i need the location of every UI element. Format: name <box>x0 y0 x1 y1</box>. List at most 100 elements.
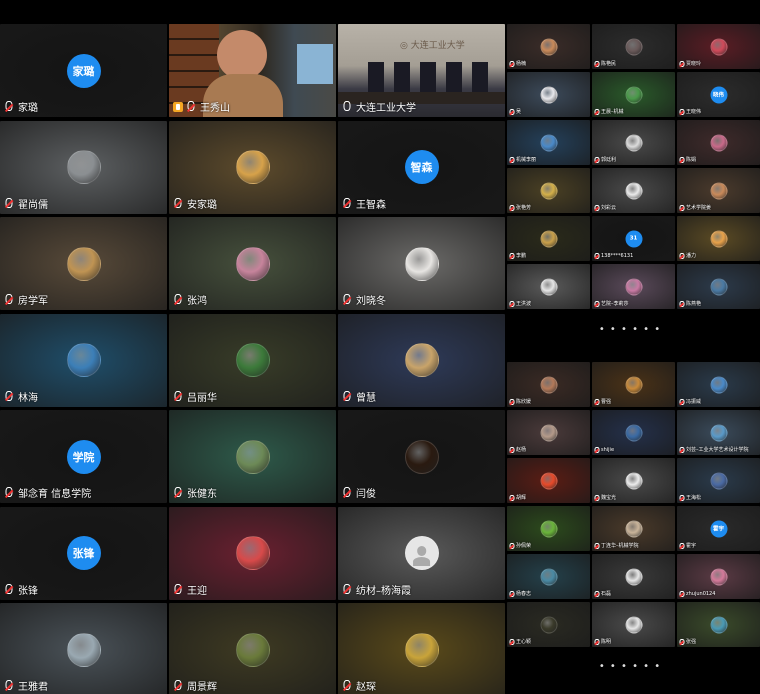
participant-tile[interactable]: 刘芸–工业大学艺术设计学院 <box>677 410 760 455</box>
participant-tile[interactable]: 王洪波 <box>507 264 590 309</box>
microphone-muted-icon <box>509 157 514 163</box>
participant-name-label: 陈明 <box>594 638 611 645</box>
participant-tile[interactable]: 陈娟 <box>677 120 760 165</box>
participant-tile[interactable]: 吴 <box>507 72 590 117</box>
participant-tile[interactable]: 赵杨 <box>507 410 590 455</box>
participant-name-label: 冯振威 <box>679 398 701 405</box>
microphone-muted-icon <box>173 198 183 209</box>
page-indicator-dots-bottom[interactable]: • • • • • • <box>590 661 670 672</box>
microphone-muted-icon <box>173 294 183 305</box>
microphone-muted-icon <box>679 205 684 211</box>
participant-tile[interactable]: 陈艳民 <box>592 24 675 69</box>
participant-tile[interactable]: 冯振威 <box>677 362 760 407</box>
avatar-photo <box>540 568 557 585</box>
microphone-muted-icon <box>173 487 183 498</box>
participant-tile[interactable]: 曹强 <box>592 362 675 407</box>
participant-name-label: 王海松 <box>679 494 701 501</box>
participant-tile[interactable]: 陈燕艳 <box>677 264 760 309</box>
microphone-muted-icon <box>186 101 196 112</box>
participant-tile[interactable]: 吕丽华 <box>169 313 336 407</box>
participant-tile[interactable]: 张鸿 <box>169 217 336 310</box>
participant-tile[interactable]: 闫俊 <box>338 410 505 503</box>
participant-name: shijie <box>601 447 615 453</box>
participant-tile[interactable]: 纺材–杨海霞 <box>338 506 505 600</box>
participant-tile[interactable]: 张强 <box>677 602 760 647</box>
participant-name-label: 家璐 <box>4 99 38 114</box>
participant-tile[interactable]: 翟尚儒 <box>0 120 167 214</box>
participant-tile[interactable]: 杨楠 <box>507 24 590 69</box>
participant-tile[interactable]: 周景辉 <box>169 603 336 694</box>
participant-tile[interactable]: 林海 <box>0 313 167 407</box>
participant-name: 王晨–机械 <box>601 109 624 115</box>
participant-tile[interactable]: 张锋 张锋 <box>0 506 167 600</box>
avatar-photo <box>404 632 439 667</box>
participant-tile[interactable]: 家璐 家璐 <box>0 24 167 117</box>
participant-tile[interactable]: 房学军 <box>0 217 167 310</box>
microphone-muted-icon <box>509 447 514 453</box>
microphone-muted-icon <box>509 591 514 597</box>
participant-tile[interactable]: 李鹏 <box>507 216 590 261</box>
participant-tile[interactable]: zhujun0124 <box>677 554 760 599</box>
participant-tile[interactable]: 王晨–机械 <box>592 72 675 117</box>
participant-name-label: 张健东 <box>173 485 217 500</box>
participant-name-label: 张鸿 <box>173 292 207 307</box>
participant-name-label: 胡辉 <box>509 494 526 501</box>
microphone-muted-icon <box>4 198 14 209</box>
avatar-photo <box>540 182 557 199</box>
avatar-initials: 霍宇 <box>710 520 727 537</box>
participant-tile[interactable]: 艺术学院姜 <box>677 168 760 213</box>
microphone-muted-icon <box>173 584 183 595</box>
participant-tile[interactable]: shijie <box>592 410 675 455</box>
avatar-photo <box>404 439 439 474</box>
participant-tile[interactable]: 王迎 <box>169 506 336 600</box>
participant-name: 潘力 <box>686 253 697 259</box>
avatar-photo <box>710 230 727 247</box>
participant-tile[interactable]: 贾晓玲 <box>677 24 760 69</box>
participant-tile[interactable]: 王心颖 <box>507 602 590 647</box>
avatar-photo <box>404 343 439 377</box>
participant-name-label: 刘晓冬 <box>342 292 386 307</box>
participant-tile[interactable]: 郭廷利 <box>592 120 675 165</box>
participant-tile[interactable]: 陈明 <box>592 602 675 647</box>
participant-name: 曾慧 <box>356 392 376 404</box>
participant-tile[interactable]: 张健东 <box>169 410 336 503</box>
participant-tile[interactable]: 霍宇 霍宇 <box>677 506 760 551</box>
participant-tile[interactable]: 石磊 <box>592 554 675 599</box>
participant-tile[interactable]: 刘彩云 <box>592 168 675 213</box>
participant-tile[interactable]: 王海松 <box>677 458 760 503</box>
avatar-photo <box>625 376 642 393</box>
participant-tile[interactable]: 艺院–李莉莎 <box>592 264 675 309</box>
participant-tile[interactable]: 晓伟 王晓伟 <box>677 72 760 117</box>
participant-tile[interactable]: 丁连华–机械学院 <box>592 506 675 551</box>
participant-name: 王海松 <box>686 495 702 501</box>
participant-tile[interactable]: 赵琛 <box>338 603 505 694</box>
participant-name: 机械李丽 <box>516 157 537 163</box>
participant-tile[interactable]: 张艳芳 <box>507 168 590 213</box>
participant-tile[interactable]: 刘晓冬 <box>338 217 505 310</box>
participant-tile[interactable]: 胡辉 <box>507 458 590 503</box>
participant-tile[interactable]: 陈欣媛 <box>507 362 590 407</box>
participant-tile[interactable]: 王秀山 <box>169 24 336 117</box>
avatar-photo <box>66 150 101 184</box>
page-indicator-dots-top[interactable]: • • • • • • <box>590 324 670 335</box>
avatar-initials: 智森 <box>404 150 439 184</box>
participant-tile[interactable]: 31 138****6131 <box>592 216 675 261</box>
avatar-photo <box>540 616 557 633</box>
participant-tile[interactable]: 智森 王智森 <box>338 120 505 214</box>
participant-tile[interactable]: 杨春志 <box>507 554 590 599</box>
microphone-muted-icon <box>594 61 599 67</box>
participant-tile[interactable]: 魏宝光 <box>592 458 675 503</box>
participant-tile[interactable]: 机械李丽 <box>507 120 590 165</box>
participant-tile[interactable]: 孙佩荣 <box>507 506 590 551</box>
microphone-muted-icon <box>594 399 599 405</box>
microphone-muted-icon <box>4 680 14 691</box>
participant-name-label: 王晨–机械 <box>594 108 624 115</box>
participant-tile[interactable]: 安家璐 <box>169 120 336 214</box>
participant-tile[interactable]: ◎ 大连工业大学 大连工业大学 <box>338 24 505 117</box>
microphone-muted-icon <box>594 301 599 307</box>
microphone-muted-icon <box>679 543 684 549</box>
participant-tile[interactable]: 王雅君 <box>0 603 167 694</box>
participant-tile[interactable]: 潘力 <box>677 216 760 261</box>
participant-tile[interactable]: 学院 邹念育 信息学院 <box>0 410 167 503</box>
participant-tile[interactable]: 曾慧 <box>338 313 505 407</box>
